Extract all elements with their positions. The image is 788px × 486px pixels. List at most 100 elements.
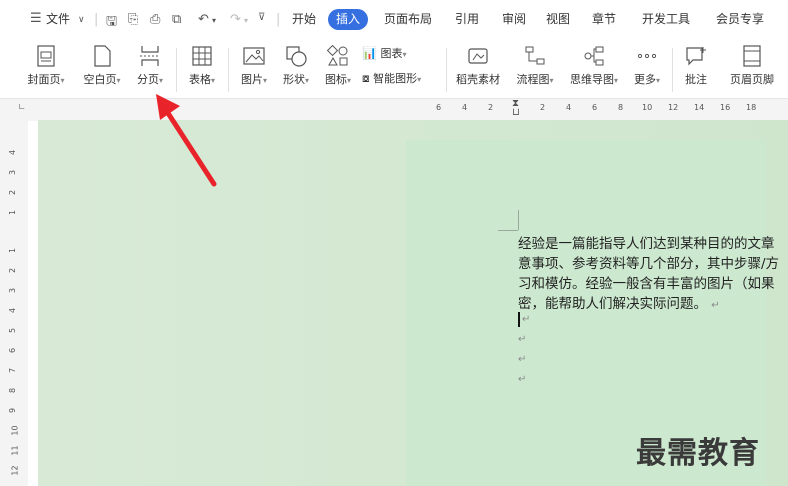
table-label: 表格: [188, 73, 211, 86]
flowchart-dropdown-icon[interactable]: ▾: [549, 76, 553, 85]
smart-art-icon: ⧇: [362, 71, 370, 85]
paragraph-mark: ↵: [518, 374, 527, 385]
shape-button[interactable]: 形状▾: [278, 40, 314, 98]
chart-button[interactable]: 📊 图表▾: [362, 45, 406, 61]
document-text-line[interactable]: 密，能帮助人们解决实际问题。 ↵: [518, 292, 720, 312]
document-text-line[interactable]: 习和模仿。经验一般含有丰富的图片（如果: [518, 272, 775, 292]
print-preview-icon[interactable]: ⧉: [172, 12, 181, 27]
ruler-tick: 2: [488, 103, 494, 112]
table-icon: [192, 46, 212, 66]
customize-toolbar-icon[interactable]: ⊽: [258, 12, 265, 23]
picture-button[interactable]: 图片▾: [236, 40, 272, 98]
smart-art-button[interactable]: ⧇ 智能图形▾: [362, 70, 421, 86]
undo-dropdown-icon[interactable]: ▾: [212, 16, 216, 25]
paragraph-mark: ↵: [522, 314, 531, 325]
mind-map-button[interactable]: 思维导图▾: [564, 40, 624, 98]
page-break-button[interactable]: 分页▾: [132, 40, 168, 98]
template-material-icon: [468, 48, 488, 64]
text-cursor: [518, 312, 520, 327]
blank-page-label: 空白页: [83, 73, 117, 86]
paragraph-mark: ↵: [518, 334, 527, 345]
icon-label: 图标: [324, 73, 347, 86]
ruler-tick: 8: [618, 103, 624, 112]
tab-developer[interactable]: 开发工具: [642, 10, 690, 27]
shape-dropdown-icon[interactable]: ▾: [305, 76, 309, 85]
smart-art-dropdown-icon[interactable]: ▾: [417, 75, 421, 84]
more-dropdown-icon[interactable]: ▾: [656, 76, 660, 85]
flowchart-button[interactable]: 流程图▾: [510, 40, 560, 98]
menu-bar: ☰ 文件 ∨ | 🖫 ⎘ ⎙ ⧉ ↶ ▾ ↷ ▾ ⊽ | 开始 插入 页面布局 …: [0, 0, 788, 40]
watermark-logo: 最需教育: [636, 436, 760, 471]
ruler-tick: 9: [8, 407, 18, 414]
blank-page-button[interactable]: 空白页▾: [78, 40, 126, 98]
document-text-line[interactable]: 经验是一篇能指导人们达到某种目的的文章: [518, 232, 775, 252]
tab-review[interactable]: 审阅: [502, 10, 526, 27]
separator: |: [276, 12, 281, 27]
tab-member[interactable]: 会员专享: [716, 10, 764, 27]
redo-dropdown-icon[interactable]: ▾: [244, 16, 248, 25]
separator: [672, 48, 673, 92]
flowchart-icon: [525, 46, 545, 65]
separator: [176, 48, 177, 92]
ruler-tick: 12: [10, 465, 20, 476]
tab-view[interactable]: 视图: [546, 10, 570, 27]
icon-button[interactable]: 图标▾: [320, 40, 356, 98]
hamburger-icon[interactable]: ☰: [30, 11, 42, 26]
ruler-tick: 2: [8, 267, 18, 274]
undo-icon[interactable]: ↶: [198, 12, 209, 27]
separator: [228, 48, 229, 92]
redo-icon[interactable]: ↷: [230, 12, 241, 27]
blank-page-icon: [94, 45, 111, 67]
ruler-tick: 3: [8, 287, 18, 294]
blank-page-dropdown-icon[interactable]: ▾: [116, 76, 120, 85]
tab-stop-selector-icon[interactable]: ∟: [18, 103, 26, 113]
ruler-tick: 10: [642, 103, 653, 112]
picture-dropdown-icon[interactable]: ▾: [263, 76, 267, 85]
chart-dropdown-icon[interactable]: ▾: [402, 50, 406, 59]
vertical-ruler[interactable]: 4 3 2 1 1 2 3 4 5 6 7 8 9 10 11 12: [0, 120, 28, 486]
comment-button[interactable]: 批注: [678, 40, 714, 98]
tab-references[interactable]: 引用: [455, 10, 479, 27]
chart-icon: 📊: [362, 46, 377, 60]
indent-marker-icon[interactable]: ⧗ ⊔: [512, 99, 520, 118]
save-icon[interactable]: 🖫: [106, 12, 117, 34]
print-icon[interactable]: ⎙: [150, 12, 160, 27]
cover-page-label: 封面页: [27, 73, 61, 86]
margin-corner-mark: [498, 230, 518, 231]
separator: |: [94, 12, 99, 27]
paragraph-mark: ↵: [711, 300, 720, 311]
ruler-tick: 14: [694, 103, 705, 112]
tab-insert[interactable]: 插入: [328, 9, 368, 30]
chevron-down-icon[interactable]: ∨: [78, 15, 85, 25]
page-break-label: 分页: [136, 73, 159, 86]
ruler-tick: 18: [746, 103, 757, 112]
table-dropdown-icon[interactable]: ▾: [211, 76, 215, 85]
table-button[interactable]: 表格▾: [184, 40, 220, 98]
cover-page-button[interactable]: 封面页▾: [24, 40, 68, 98]
picture-icon: [243, 47, 265, 65]
file-menu[interactable]: 文件: [46, 10, 70, 27]
header-footer-button[interactable]: 页眉页脚: [722, 40, 782, 98]
cover-page-dropdown-icon[interactable]: ▾: [60, 76, 64, 85]
tab-section[interactable]: 章节: [592, 10, 616, 27]
red-arrow-annotation: [156, 94, 217, 187]
export-pdf-icon[interactable]: ⎘: [128, 12, 138, 27]
document-text-line[interactable]: 意事项、参考资料等几个部分，其中步骤/方: [518, 252, 779, 272]
ruler-tick: 3: [8, 169, 18, 176]
ruler-tick: 10: [10, 425, 20, 436]
page-break-dropdown-icon[interactable]: ▾: [159, 76, 163, 85]
mind-map-icon: [584, 46, 604, 66]
margin-corner-mark: [518, 210, 519, 230]
template-material-button[interactable]: 稻壳素材: [452, 40, 504, 98]
horizontal-ruler[interactable]: ∟ 6 4 2 ⧗ ⊔ 2 4 6 8 10 12 14 16 18: [0, 98, 788, 121]
ruler-tick: 4: [8, 149, 18, 156]
more-button[interactable]: 更多▾: [628, 40, 666, 98]
ruler-tick: 16: [720, 103, 731, 112]
icon-dropdown-icon[interactable]: ▾: [347, 76, 351, 85]
tab-page-layout[interactable]: 页面布局: [384, 10, 432, 27]
ruler-tick: 4: [566, 103, 572, 112]
tab-start[interactable]: 开始: [292, 10, 316, 27]
header-footer-icon: [743, 45, 761, 67]
shape-label: 形状: [282, 73, 305, 86]
mind-map-dropdown-icon[interactable]: ▾: [614, 76, 618, 85]
